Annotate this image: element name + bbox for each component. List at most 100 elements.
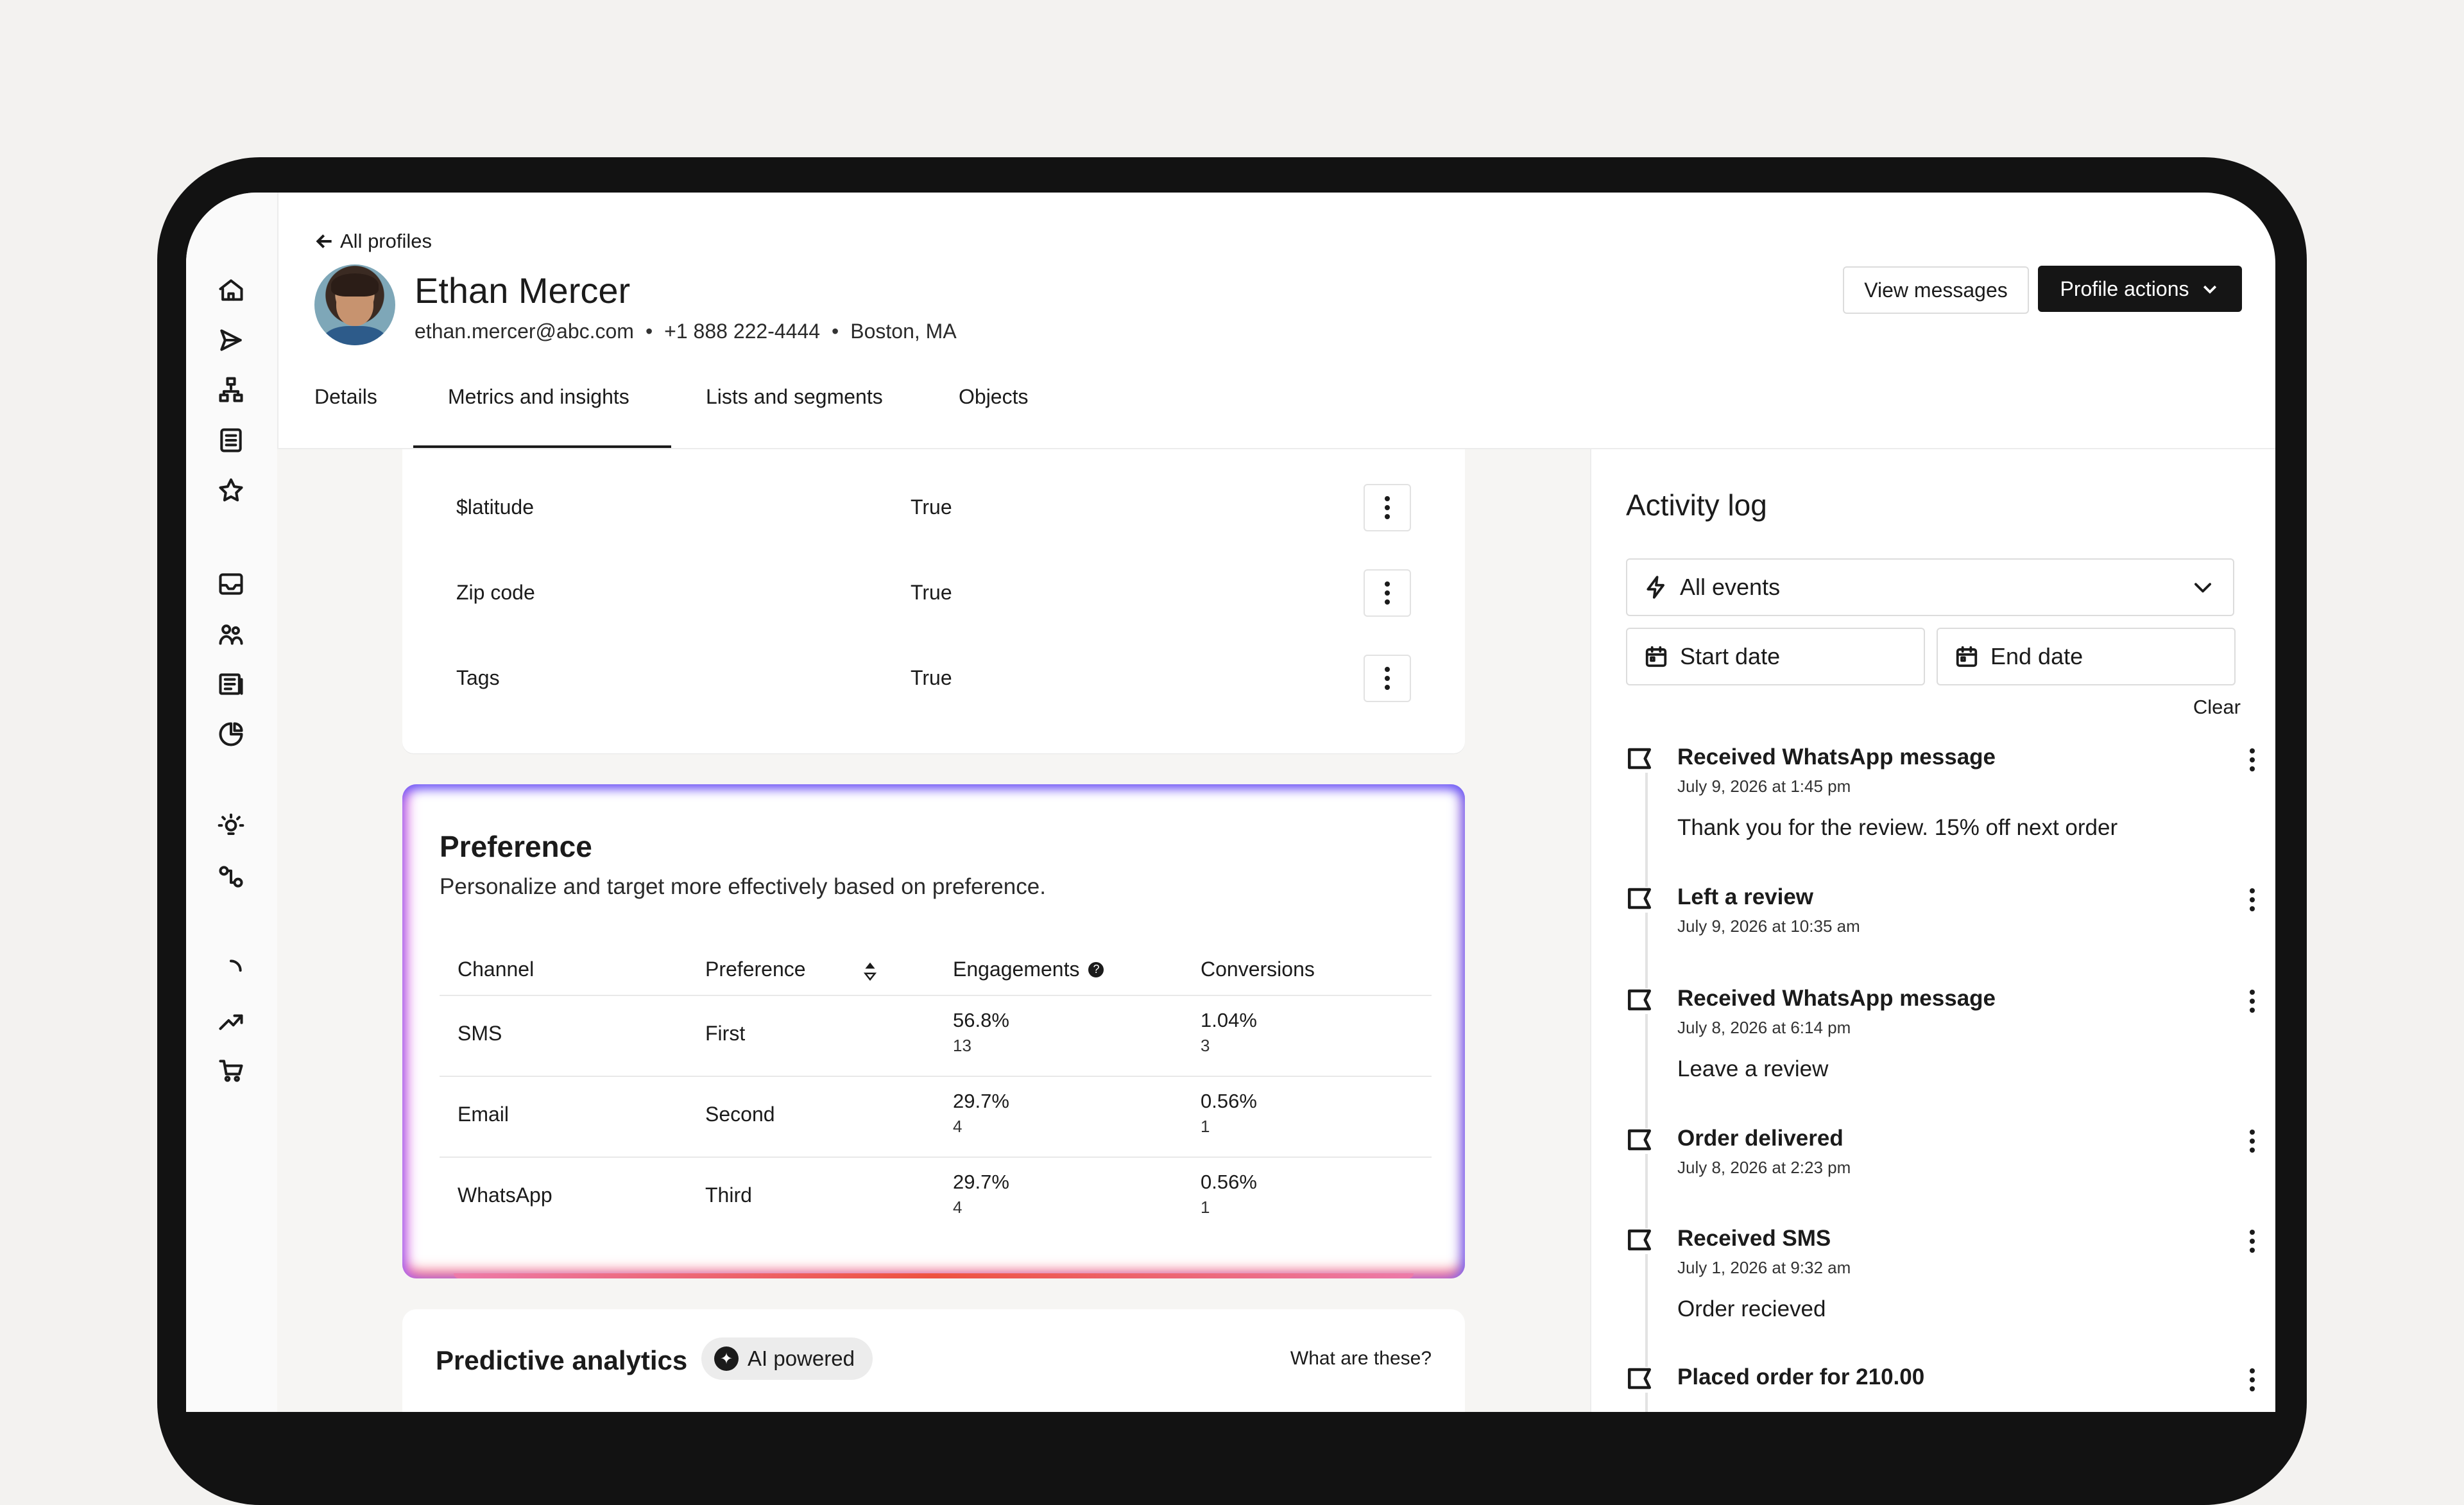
avatar — [314, 264, 395, 345]
attribute-key: Tags — [456, 666, 500, 689]
conversion-percent: 1.04% — [1201, 1009, 1257, 1031]
event-filter-select[interactable]: All events — [1626, 558, 2234, 616]
view-messages-label: View messages — [1864, 278, 2008, 302]
engagement-count: 4 — [953, 1198, 963, 1217]
star-icon[interactable] — [214, 474, 248, 507]
attribute-key: $latitude — [456, 495, 534, 519]
predictive-analytics-card: Predictive analytics ✦ AI powered What a… — [402, 1309, 1465, 1412]
phone-text: +1 888 222-4444 — [664, 320, 821, 343]
flag-icon — [1626, 988, 1656, 1014]
clear-button[interactable]: Clear — [2193, 696, 2241, 719]
profile-actions-button[interactable]: Profile actions — [2038, 266, 2242, 312]
event-more-button[interactable] — [2250, 1230, 2255, 1253]
analytics-icon[interactable] — [214, 718, 248, 751]
attribute-value: True — [911, 666, 952, 689]
event-more-button[interactable] — [2250, 1130, 2255, 1153]
chevron-down-icon — [2203, 285, 2217, 294]
flow-icon[interactable] — [214, 374, 248, 407]
flag-icon — [1626, 747, 1656, 773]
chevron-down-icon — [2194, 583, 2211, 593]
flag-icon — [1626, 1128, 1656, 1154]
event-date: July 8, 2026 at 2:23 pm — [1677, 1158, 1851, 1177]
event-more-button[interactable] — [2250, 990, 2255, 1013]
preference-subtitle: Personalize and target more effectively … — [440, 874, 1046, 899]
column-header-conversions: Conversions — [1201, 958, 1315, 981]
audience-icon[interactable] — [214, 617, 248, 651]
sort-icon[interactable] — [862, 960, 878, 982]
flag-icon — [1626, 1228, 1656, 1254]
channel-cell: WhatsApp — [458, 1183, 552, 1207]
column-header-engagements: Engagements ? — [953, 958, 1104, 981]
list-icon[interactable] — [214, 424, 248, 457]
flag-icon — [1626, 1367, 1656, 1393]
event-more-button[interactable] — [2250, 1368, 2255, 1391]
timeline-line — [1645, 757, 1648, 1412]
more-options-button[interactable] — [1364, 569, 1411, 617]
event-title: Left a review — [1677, 884, 1814, 909]
content-icon[interactable] — [214, 667, 248, 701]
start-date-placeholder: Start date — [1680, 643, 1781, 669]
activity-panel: Activity log All events Start date End d… — [1590, 449, 2275, 1412]
tab-lists-and-segments[interactable]: Lists and segments — [706, 385, 883, 409]
send-icon[interactable] — [214, 323, 248, 357]
main-pane: $latitude True Zip code True Tags True P… — [277, 449, 1590, 1412]
event-more-button[interactable] — [2250, 888, 2255, 911]
arrow-left-icon — [316, 234, 332, 248]
conversion-count: 1 — [1201, 1198, 1210, 1217]
event-date: July 9, 2026 at 1:45 pm — [1677, 777, 1851, 796]
preference-card: Preference Personalize and target more e… — [402, 784, 1465, 1278]
conversion-percent: 0.56% — [1201, 1090, 1257, 1112]
kebab-icon — [1385, 496, 1390, 519]
app-screen: All profiles Ethan Mercer ethan.mercer@a… — [186, 193, 2275, 1412]
predictive-title: Predictive analytics — [436, 1345, 688, 1375]
bolt-icon — [1647, 576, 1664, 599]
more-options-button[interactable] — [1364, 655, 1411, 702]
sparkle-icon: ✦ — [714, 1346, 739, 1371]
view-messages-button[interactable]: View messages — [1843, 266, 2029, 314]
event-filter-value: All events — [1680, 574, 1781, 600]
more-options-button[interactable] — [1364, 484, 1411, 531]
preference-cell: Third — [705, 1183, 752, 1207]
ai-badge-label: AI powered — [748, 1346, 855, 1370]
preference-cell: First — [705, 1022, 746, 1045]
engagements-cell: 56.8% 13 — [953, 1009, 1009, 1056]
back-label: All profiles — [340, 230, 432, 252]
inbox-icon[interactable] — [214, 567, 248, 601]
tab-bar: Details Metrics and insights Lists and s… — [314, 385, 2275, 433]
attribute-key: Zip code — [456, 581, 535, 604]
start-date-field[interactable]: Start date — [1626, 628, 1925, 685]
conversion-count: 1 — [1201, 1117, 1210, 1136]
profile-actions-label: Profile actions — [2060, 277, 2189, 300]
trend-icon[interactable] — [214, 1004, 248, 1037]
preference-cell: Second — [705, 1103, 775, 1126]
tab-objects[interactable]: Objects — [959, 385, 1028, 409]
event-more-button[interactable] — [2250, 748, 2255, 771]
contact-info: ethan.mercer@abc.com • +1 888 222-4444 •… — [415, 320, 957, 343]
cart-icon[interactable] — [214, 1054, 248, 1087]
channel-cell: Email — [458, 1103, 509, 1126]
engagement-count: 4 — [953, 1117, 963, 1136]
calendar-icon — [1956, 646, 1978, 667]
back-link[interactable]: All profiles — [314, 230, 432, 253]
tab-details[interactable]: Details — [314, 385, 377, 409]
engagements-cell: 29.7% 4 — [953, 1171, 1009, 1217]
event-title: Received WhatsApp message — [1677, 744, 1996, 770]
calendar-icon — [1645, 646, 1667, 667]
event-body: Order recieved — [1677, 1296, 1826, 1321]
event-title: Placed order for 210.00 — [1677, 1364, 1925, 1389]
flag-icon — [1626, 887, 1656, 913]
help-icon[interactable]: ? — [1088, 961, 1104, 977]
home-icon[interactable] — [214, 273, 248, 307]
end-date-placeholder: End date — [1990, 643, 2083, 669]
insights-icon[interactable] — [214, 810, 248, 843]
column-header-preference[interactable]: Preference — [705, 958, 877, 981]
end-date-field[interactable]: End date — [1937, 628, 2236, 685]
tab-metrics-and-insights[interactable]: Metrics and insights — [448, 385, 629, 409]
integration-icon[interactable] — [214, 860, 248, 893]
email-text: ethan.mercer@abc.com — [415, 320, 634, 343]
what-are-these-link[interactable]: What are these? — [1290, 1348, 1432, 1370]
location-text: Boston, MA — [850, 320, 957, 343]
column-header-label: Preference — [705, 958, 806, 981]
engagement-percent: 29.7% — [953, 1090, 1009, 1112]
attribute-value: True — [911, 581, 952, 604]
